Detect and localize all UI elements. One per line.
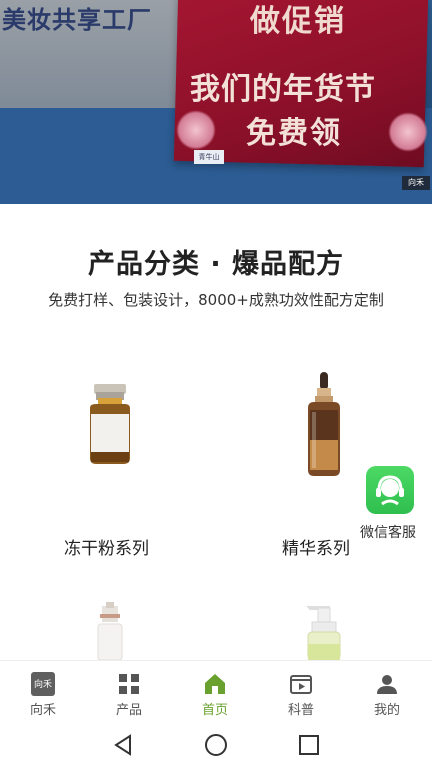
headset-icon <box>376 475 404 506</box>
wechat-service-label: 微信客服 <box>360 525 416 541</box>
video-icon <box>290 675 312 694</box>
hero-corner-logo: 向禾 <box>402 176 430 190</box>
vial-bottle-icon <box>90 384 130 464</box>
system-nav-bar <box>0 722 432 768</box>
product-label: 精华系列 <box>282 539 350 559</box>
wechat-service-button[interactable] <box>366 466 414 514</box>
home-icon <box>205 674 225 694</box>
section-subtitle: 免费打样、包装设计，8000+成熟功效性配方定制 <box>48 291 384 309</box>
tab-label: 科普 <box>287 703 314 718</box>
product-card-4[interactable] <box>250 590 410 660</box>
flower-decoration <box>176 110 216 150</box>
hero-wall-text: 美妆共享工厂 <box>2 6 152 34</box>
user-icon <box>377 675 397 694</box>
recent-apps-icon[interactable] <box>296 732 322 758</box>
flower-decoration <box>388 112 428 152</box>
hero-banner-line2: 我们的年货节 <box>190 72 376 107</box>
tab-mine[interactable]: 我的 <box>344 661 430 723</box>
tab-home[interactable]: 首页 <box>172 661 258 723</box>
svg-text:向禾: 向禾 <box>34 678 52 690</box>
tab-science[interactable]: 科普 <box>258 661 344 723</box>
hero-banner-image[interactable]: 美妆共享工厂 做促销 我们的年货节 免费领 青牛山 向禾 <box>0 0 432 204</box>
brand-logo-icon: 向禾 <box>31 672 55 696</box>
tab-label: 首页 <box>201 703 228 718</box>
tab-products[interactable]: 产品 <box>86 661 172 723</box>
product-card-freeze-dried[interactable]: 冻干粉系列 <box>30 350 190 570</box>
bottom-tab-bar: 向禾 向禾 产品 首页 科普 我的 <box>0 660 432 723</box>
grid-icon <box>119 674 139 694</box>
home-circle-icon[interactable] <box>203 732 229 758</box>
product-card-3[interactable] <box>30 590 190 660</box>
dropper-bottle-icon <box>308 372 340 476</box>
tab-brand[interactable]: 向禾 向禾 <box>0 661 86 723</box>
tab-label: 我的 <box>373 703 400 718</box>
pump-gel-bottle-icon <box>306 606 341 660</box>
hero-small-sign: 青牛山 <box>194 150 224 164</box>
tab-label: 产品 <box>115 703 142 718</box>
tab-label: 向禾 <box>29 703 56 718</box>
product-label: 冻干粉系列 <box>64 539 149 559</box>
hero-banner-line3: 免费领 <box>246 116 342 151</box>
back-icon[interactable] <box>110 732 136 758</box>
pump-bottle-icon <box>97 602 123 660</box>
section-title: 产品分类 · 爆品配方 <box>87 249 345 280</box>
hero-banner-line1: 做促销 <box>250 4 346 39</box>
